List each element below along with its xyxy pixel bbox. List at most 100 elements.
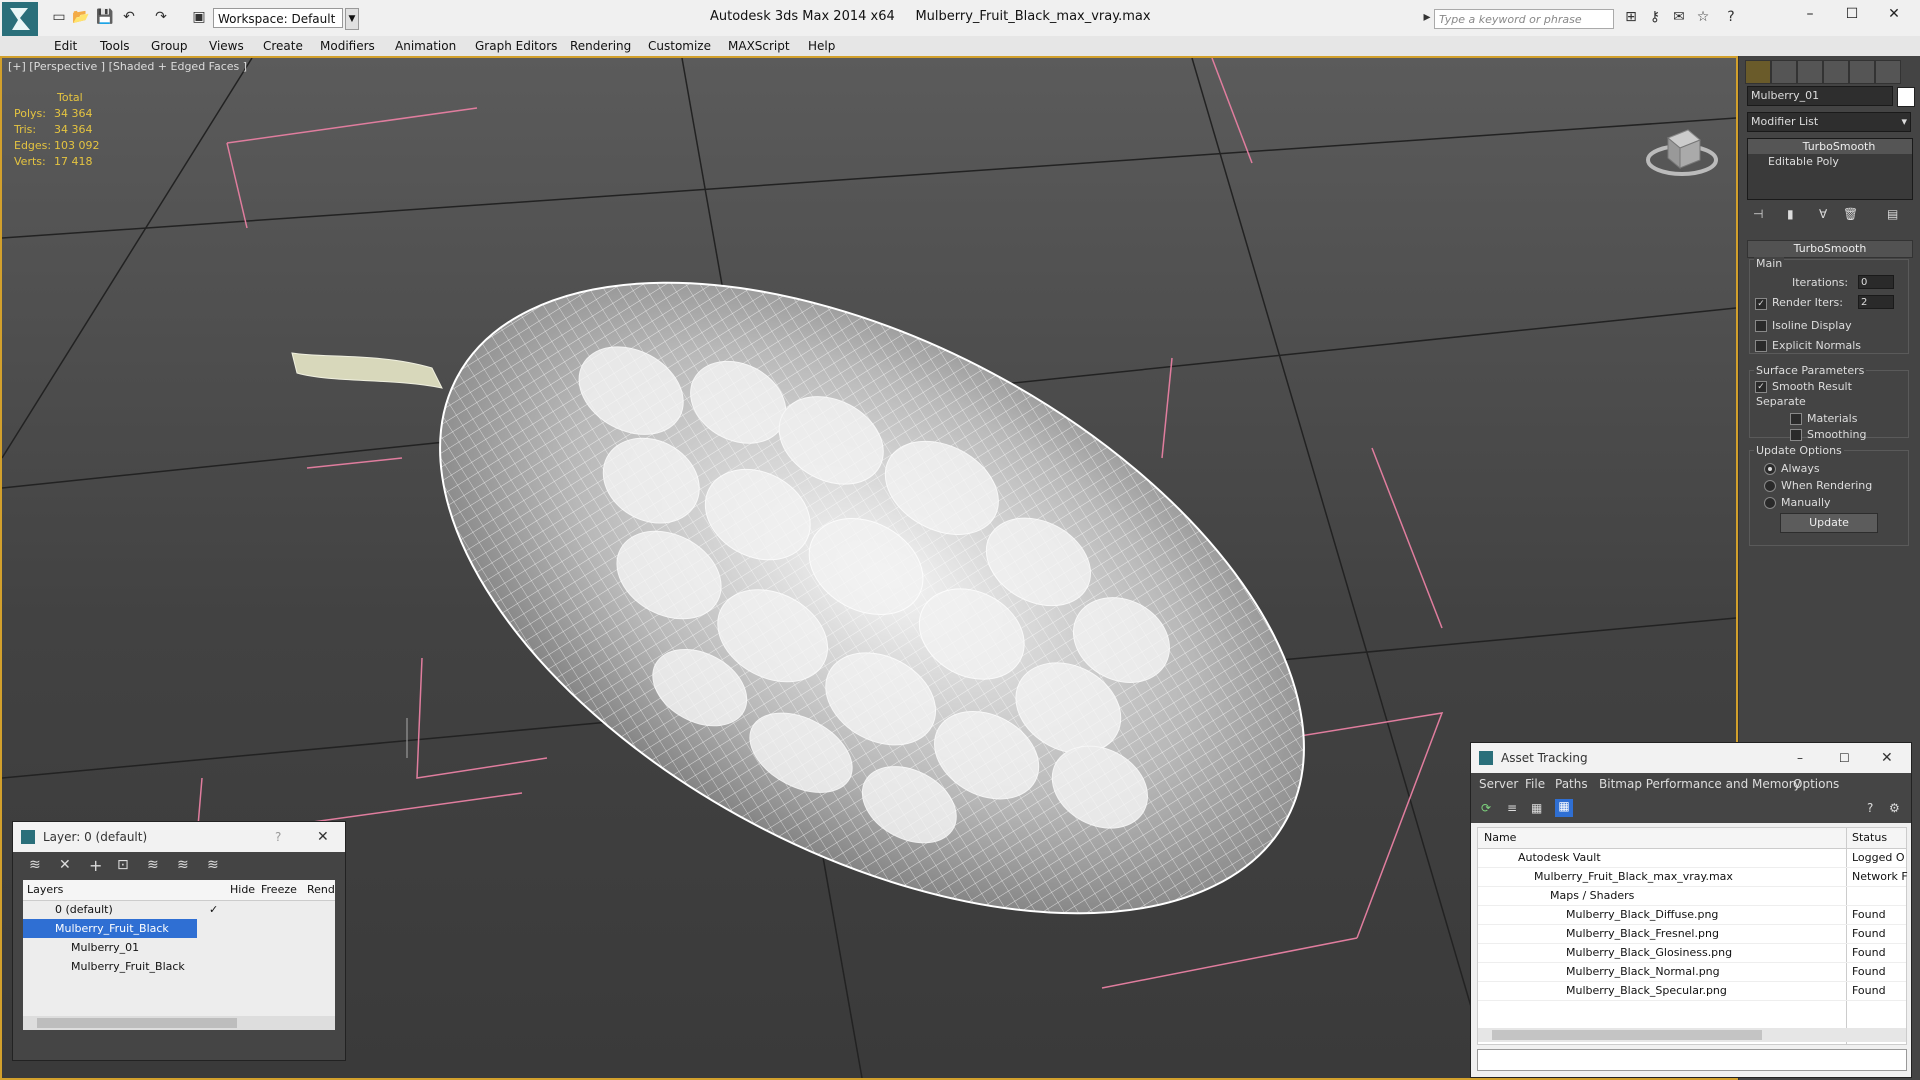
- close-icon[interactable]: ✕: [1881, 743, 1893, 773]
- binoculars-icon[interactable]: ⊞: [1622, 9, 1640, 25]
- horizontal-scrollbar[interactable]: [1478, 1028, 1906, 1042]
- asset-path-field[interactable]: [1477, 1049, 1907, 1071]
- when-rendering-radio[interactable]: When Rendering: [1764, 478, 1872, 492]
- redo-icon[interactable]: ↷: [152, 9, 170, 25]
- table-row[interactable]: 0 (default) ✓: [23, 900, 335, 919]
- menu-customize[interactable]: Customize: [648, 39, 711, 53]
- col-layers[interactable]: Layers: [27, 883, 63, 896]
- undo-icon[interactable]: ↶: [120, 9, 138, 25]
- display-tab-icon[interactable]: [1849, 60, 1875, 84]
- minimize-icon[interactable]: –: [1800, 6, 1820, 26]
- col-render[interactable]: Rend: [307, 883, 335, 896]
- viewport-label[interactable]: [+] [Perspective ] [Shaded + Edged Faces…: [8, 60, 247, 73]
- table-row[interactable]: Mulberry_Fruit_Black_max_vray.max Networ…: [1478, 867, 1908, 887]
- layer-window-titlebar[interactable]: Layer: 0 (default) ? ✕: [13, 822, 345, 852]
- manually-radio[interactable]: Manually: [1764, 495, 1831, 509]
- motion-tab-icon[interactable]: [1823, 60, 1849, 84]
- menu-file[interactable]: File: [1525, 777, 1545, 791]
- create-tab-icon[interactable]: [1745, 60, 1771, 84]
- hierarchy-tab-icon[interactable]: [1797, 60, 1823, 84]
- delete-layer-icon[interactable]: ✕: [59, 857, 71, 873]
- object-color-swatch[interactable]: [1897, 87, 1915, 107]
- table-row[interactable]: Mulberry_Black_Fresnel.png Found: [1478, 924, 1906, 944]
- refresh-icon[interactable]: ⟳: [1481, 801, 1491, 815]
- asset-window-titlebar[interactable]: Asset Tracking – ☐ ✕: [1471, 743, 1911, 773]
- show-end-result-icon[interactable]: ▮: [1787, 207, 1794, 221]
- menu-group[interactable]: Group: [151, 39, 188, 53]
- project-folder-icon[interactable]: ▣: [190, 9, 208, 25]
- menu-views[interactable]: Views: [209, 39, 244, 53]
- table-row[interactable]: Mulberry_Black_Normal.png Found: [1478, 962, 1906, 982]
- object-name-field[interactable]: Mulberry_01: [1747, 86, 1893, 106]
- search-input[interactable]: Type a keyword or phrase: [1434, 9, 1614, 29]
- table-row[interactable]: Mulberry_Black_Glosiness.png Found: [1478, 943, 1906, 963]
- menu-help[interactable]: Help: [808, 39, 835, 53]
- select-objects-icon[interactable]: ⊡: [117, 857, 129, 873]
- stack-item-editable-poly[interactable]: Editable Poly: [1748, 154, 1912, 169]
- workspace-dropdown[interactable]: Workspace: Default: [213, 8, 343, 28]
- menu-options[interactable]: Options: [1793, 777, 1839, 791]
- minimize-icon[interactable]: –: [1797, 743, 1803, 773]
- explicit-normals-checkbox[interactable]: Explicit Normals: [1755, 338, 1861, 352]
- col-hide[interactable]: Hide: [230, 883, 255, 896]
- list-view-icon[interactable]: ≡: [1507, 801, 1517, 815]
- settings-icon[interactable]: ⚙: [1889, 801, 1900, 815]
- table-row[interactable]: Mulberry_Fruit_Black: [23, 957, 335, 976]
- menu-animation[interactable]: Animation: [395, 39, 456, 53]
- thumbnail-icon[interactable]: ▦: [1531, 801, 1542, 815]
- update-button[interactable]: Update: [1780, 513, 1878, 533]
- menu-create[interactable]: Create: [263, 39, 303, 53]
- render-iters-spinner[interactable]: 2: [1858, 295, 1894, 309]
- menu-maxscript[interactable]: MAXScript: [728, 39, 790, 53]
- horizontal-scrollbar[interactable]: [23, 1016, 335, 1030]
- help-icon[interactable]: ?: [275, 822, 281, 852]
- new-layer-icon[interactable]: ≋: [29, 857, 41, 873]
- close-icon[interactable]: ✕: [317, 822, 329, 852]
- menu-bitmap-performance[interactable]: Bitmap Performance and Memory: [1599, 777, 1801, 791]
- open-file-icon[interactable]: 📂: [72, 9, 90, 25]
- highlight-layer-icon[interactable]: ≋: [147, 857, 159, 873]
- hide-all-icon[interactable]: ≋: [177, 857, 189, 873]
- menu-edit[interactable]: Edit: [54, 39, 77, 53]
- help-icon[interactable]: ?: [1722, 9, 1740, 25]
- key-icon[interactable]: ⚷: [1646, 9, 1664, 25]
- col-status[interactable]: Status: [1852, 831, 1887, 844]
- menu-rendering[interactable]: Rendering: [570, 39, 631, 53]
- table-row[interactable]: Mulberry_Fruit_Black: [23, 919, 197, 938]
- smooth-result-checkbox[interactable]: ✓ Smooth Result: [1755, 379, 1852, 393]
- app-logo-icon[interactable]: [2, 2, 38, 36]
- favorites-star-icon[interactable]: ☆: [1694, 9, 1712, 25]
- table-row[interactable]: Autodesk Vault Logged O: [1478, 848, 1906, 868]
- save-icon[interactable]: 💾: [96, 9, 114, 25]
- menu-modifiers[interactable]: Modifiers: [320, 39, 375, 53]
- close-icon[interactable]: ✕: [1884, 6, 1904, 26]
- isoline-display-checkbox[interactable]: Isoline Display: [1755, 318, 1852, 332]
- table-row[interactable]: Maps / Shaders: [1478, 886, 1906, 906]
- col-name[interactable]: Name: [1484, 831, 1516, 844]
- menu-server[interactable]: Server: [1479, 777, 1518, 791]
- maximize-icon[interactable]: ☐: [1842, 6, 1862, 26]
- new-file-icon[interactable]: ▭: [50, 9, 68, 25]
- utilities-tab-icon[interactable]: [1875, 60, 1901, 84]
- menu-paths[interactable]: Paths: [1555, 777, 1588, 791]
- modifier-list-dropdown[interactable]: Modifier List ▾: [1747, 112, 1911, 132]
- make-unique-icon[interactable]: ∀: [1819, 207, 1827, 221]
- stack-item-turbosmooth[interactable]: TurboSmooth: [1748, 139, 1912, 154]
- pin-stack-icon[interactable]: ⊣: [1753, 207, 1763, 221]
- communication-icon[interactable]: ✉: [1670, 9, 1688, 25]
- remove-modifier-icon[interactable]: 🗑: [1843, 207, 1858, 221]
- add-to-layer-icon[interactable]: +: [89, 856, 102, 875]
- scrollbar-thumb[interactable]: [37, 1018, 237, 1028]
- configure-sets-icon[interactable]: ▤: [1887, 207, 1898, 221]
- table-row[interactable]: Mulberry_01: [23, 938, 335, 957]
- menu-tools[interactable]: Tools: [100, 39, 130, 53]
- modify-tab-icon[interactable]: [1771, 60, 1797, 84]
- table-view-icon[interactable]: ▦: [1555, 799, 1573, 817]
- help-icon[interactable]: ?: [1867, 801, 1873, 815]
- menu-graph-editors[interactable]: Graph Editors: [475, 39, 557, 53]
- table-row[interactable]: Mulberry_Black_Diffuse.png Found: [1478, 905, 1906, 925]
- always-radio[interactable]: Always: [1764, 461, 1820, 475]
- freeze-all-icon[interactable]: ≋: [207, 857, 219, 873]
- render-iters-checkbox[interactable]: ✓: [1755, 296, 1772, 310]
- materials-checkbox[interactable]: Materials: [1790, 411, 1857, 425]
